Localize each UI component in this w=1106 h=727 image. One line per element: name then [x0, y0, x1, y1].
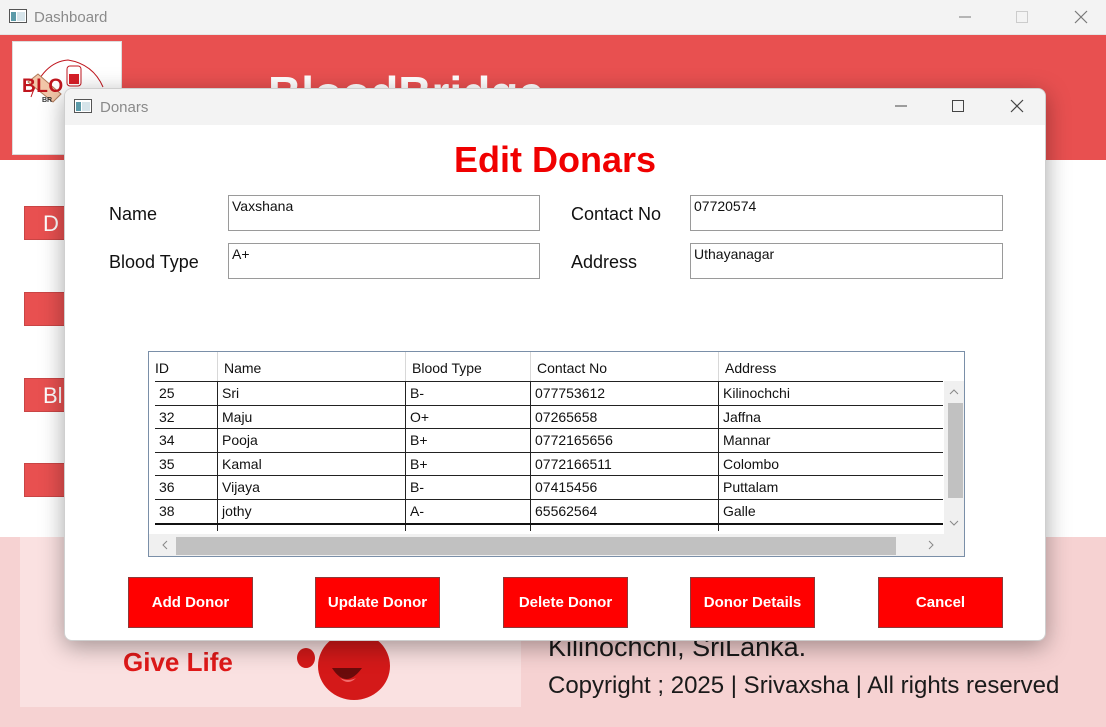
cell-id: 34: [155, 429, 218, 452]
close-button[interactable]: [1063, 4, 1099, 30]
contact-field[interactable]: 07720574: [690, 195, 1003, 231]
add-donor-button[interactable]: Add Donor: [128, 577, 253, 628]
cell-address: Mannar: [723, 432, 771, 449]
minimize-button[interactable]: [947, 4, 983, 30]
cell-name: Sri: [218, 382, 406, 405]
cell-blood-type: A-: [406, 499, 531, 523]
close-icon: [1010, 99, 1024, 113]
table-row[interactable]: 36 Vijaya B- 07415456 Puttalam: [155, 475, 943, 499]
dashboard-window-title: Dashboard: [34, 9, 108, 26]
table-row[interactable]: 35 Kamal B+ 0772166511 Colombo: [155, 451, 943, 476]
cell-contact: 077753612: [531, 382, 719, 405]
cell-empty: [719, 525, 943, 531]
footer-copyright: Copyright ; 2025 | Srivaxsha | All right…: [548, 672, 1060, 699]
table-new-row[interactable]: [155, 522, 943, 531]
dialog-close-button[interactable]: [999, 93, 1035, 119]
cell-contact: 0772165656: [531, 429, 719, 452]
table-row[interactable]: 25 Sri B- 077753612 Kilinochchi: [155, 381, 943, 405]
cell-name: Pooja: [218, 429, 406, 452]
cancel-button[interactable]: Cancel: [878, 577, 1003, 628]
donors-table[interactable]: ID Name Blood Type Contact No Address 25…: [148, 351, 965, 557]
cell-contact: 07265658: [531, 405, 719, 429]
page-title: Edit Donars: [453, 139, 657, 180]
cell-address: Puttalam: [723, 479, 779, 496]
cell-blood-type: B-: [406, 476, 531, 499]
cell-contact: 0772166511: [531, 452, 719, 476]
contact-label: Contact No: [571, 204, 662, 224]
contact-value: 07720574: [694, 198, 757, 214]
donor-details-button[interactable]: Donor Details: [690, 577, 815, 628]
cell-empty: [531, 524, 719, 531]
cell-blood-type: O+: [406, 405, 531, 429]
window-app-icon: [9, 9, 27, 23]
cell-id: 35: [155, 452, 218, 476]
dialog-window-title: Donars: [100, 99, 149, 116]
cell-name: Kamal: [218, 452, 406, 476]
logo-subtext: BR: [42, 97, 53, 104]
cell-id: 25: [155, 382, 218, 405]
cell-address: Kilinochchi: [723, 385, 790, 401]
table-header: ID Name Blood Type Contact No Address: [149, 352, 943, 381]
cell-address: Galle: [723, 502, 756, 519]
horizontal-scrollbar[interactable]: [149, 534, 964, 556]
table-row[interactable]: 38 jothy A- 65562564 Galle: [155, 498, 943, 523]
cell-address: Colombo: [723, 455, 780, 472]
maximize-icon: [1016, 11, 1028, 23]
minimize-icon: [959, 16, 971, 18]
cell-id: 36: [155, 476, 218, 499]
column-header-address[interactable]: Address: [719, 352, 943, 381]
table-row[interactable]: 34 Pooja B+ 0772165656 Mannar: [155, 428, 943, 452]
logo-text: BLO: [22, 76, 64, 97]
window-app-icon: [74, 99, 92, 113]
donars-dialog: Donars Edit Donars Name Vaxshana Contact…: [64, 88, 1046, 641]
name-field[interactable]: Vaxshana: [228, 195, 540, 231]
cell-blood-type: B-: [406, 382, 531, 405]
cell-id: 38: [155, 499, 218, 523]
column-header-id[interactable]: ID: [149, 352, 218, 381]
column-header-contact[interactable]: Contact No: [531, 352, 719, 381]
horizontal-scroll-thumb[interactable]: [176, 537, 896, 555]
cell-empty: [155, 524, 218, 531]
column-header-name[interactable]: Name: [218, 352, 406, 381]
name-value: Vaxshana: [232, 198, 294, 214]
cell-address: Jaffna: [723, 408, 761, 425]
blood-type-value: A+: [232, 246, 250, 262]
dialog-maximize-button[interactable]: [940, 93, 976, 119]
update-donor-button[interactable]: Update Donor: [315, 577, 440, 628]
address-label: Address: [571, 252, 638, 272]
scroll-up-icon[interactable]: [949, 388, 959, 395]
maximize-button[interactable]: [1004, 4, 1040, 30]
address-field[interactable]: Uthayanagar: [690, 243, 1003, 279]
scroll-right-icon[interactable]: [928, 540, 935, 550]
dialog-minimize-button[interactable]: [883, 93, 919, 119]
cell-blood-type: B+: [406, 452, 531, 476]
maximize-icon: [952, 100, 964, 112]
cell-blood-type: B+: [406, 429, 531, 452]
column-header-blood-type[interactable]: Blood Type: [406, 352, 531, 381]
give-life-text: Give Life: [123, 647, 233, 677]
address-value: Uthayanagar: [694, 246, 775, 262]
table-body: 25 Sri B- 077753612 Kilinochchi 32 Maju …: [155, 381, 943, 531]
cell-name: Vijaya: [218, 476, 406, 499]
vertical-scrollbar[interactable]: [944, 381, 964, 534]
blood-type-label: Blood Type: [109, 252, 199, 272]
vertical-scroll-thumb[interactable]: [948, 403, 963, 498]
table-row[interactable]: 32 Maju O+ 07265658 Jaffna: [155, 404, 943, 429]
cell-empty: [218, 524, 406, 531]
cell-id: 32: [155, 405, 218, 429]
cell-contact: 07415456: [531, 476, 719, 499]
cell-name: jothy: [218, 499, 406, 523]
dashboard-titlebar: Dashboard: [0, 0, 1106, 35]
scroll-left-icon[interactable]: [161, 540, 168, 550]
blood-type-field[interactable]: A+: [228, 243, 540, 279]
cell-empty: [406, 524, 531, 531]
cell-name: Maju: [218, 405, 406, 429]
cell-contact: 65562564: [531, 499, 719, 523]
scroll-down-icon[interactable]: [949, 520, 959, 527]
name-label: Name: [109, 204, 158, 224]
close-icon: [1074, 10, 1088, 24]
dialog-titlebar: Donars: [65, 89, 1045, 125]
delete-donor-button[interactable]: Delete Donor: [503, 577, 628, 628]
minimize-icon: [895, 105, 907, 107]
